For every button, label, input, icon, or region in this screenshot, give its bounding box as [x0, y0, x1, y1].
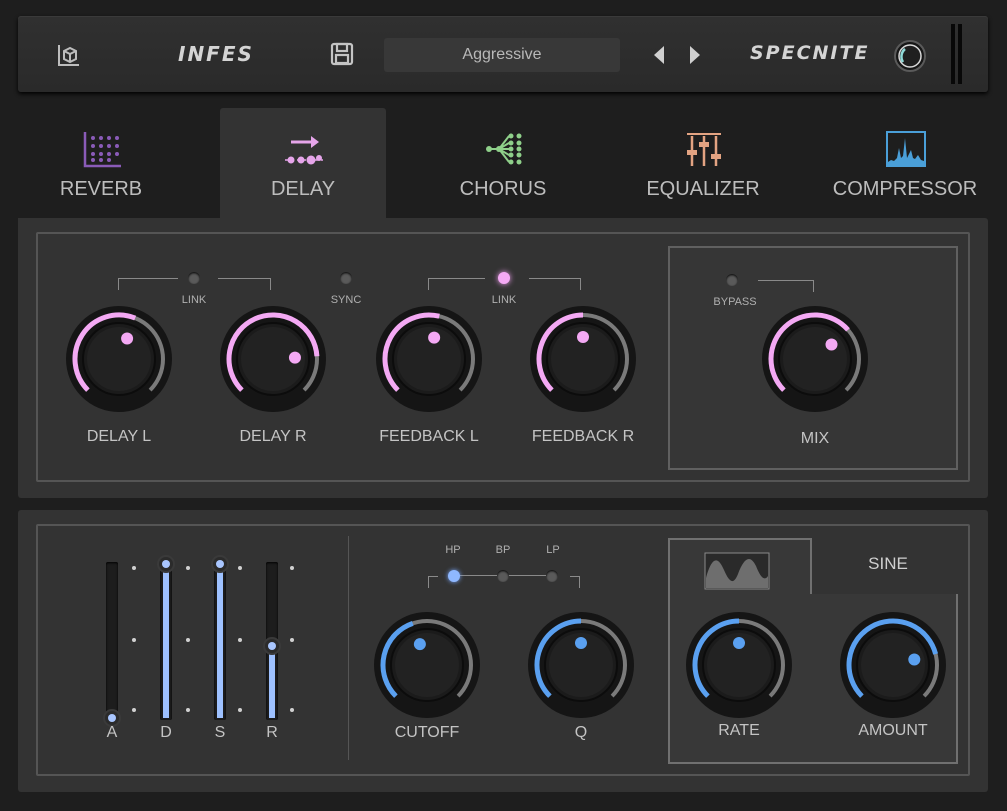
- brand-infes: INFES: [178, 42, 254, 66]
- box-icon[interactable]: [54, 40, 84, 70]
- delay-r-knob[interactable]: [218, 304, 328, 414]
- feedback-r-label: FEEDBACK R: [531, 428, 635, 445]
- delay-l-knob[interactable]: [64, 304, 174, 414]
- knob-indicator: [733, 637, 745, 649]
- tab-delay[interactable]: DELAY: [220, 108, 386, 218]
- attack-label: A: [106, 724, 118, 741]
- output-knob-icon[interactable]: [892, 38, 928, 74]
- save-icon[interactable]: [328, 40, 356, 68]
- knob-indicator: [908, 653, 921, 666]
- hp-label: HP: [445, 544, 461, 556]
- lfo-shape-label[interactable]: SINE: [828, 554, 948, 574]
- knob-indicator: [825, 338, 838, 351]
- compressor-spectrum-icon: [885, 128, 927, 170]
- knob-indicator: [428, 331, 441, 344]
- release-slider-thumb[interactable]: [263, 636, 281, 655]
- amount-knob[interactable]: [838, 610, 948, 720]
- release-label: R: [266, 724, 278, 741]
- knob-indicator: [577, 331, 589, 343]
- delay-arrow-icon: [283, 128, 325, 170]
- tab-label-chorus: CHORUS: [459, 178, 547, 200]
- tab-label-reverb: REVERB: [59, 178, 143, 200]
- tab-chorus[interactable]: CHORUS: [420, 108, 586, 218]
- bypass-led[interactable]: [726, 274, 738, 286]
- decay-slider-thumb[interactable]: [157, 555, 175, 573]
- rate-label: RATE: [718, 722, 760, 739]
- delay-l-label: DELAY L: [86, 428, 152, 445]
- q-knob[interactable]: [526, 610, 636, 720]
- sine-wave-icon: [704, 552, 770, 590]
- sustain-slider[interactable]: [211, 555, 229, 720]
- feedback-l-knob[interactable]: [374, 304, 484, 414]
- bp-filter-led[interactable]: [497, 570, 509, 582]
- knob-graphic: [374, 612, 480, 718]
- mix-label: MIX: [800, 430, 830, 447]
- tab-compressor[interactable]: COMPRESSOR: [822, 108, 988, 218]
- knob-graphic: [376, 306, 482, 412]
- knob-indicator: [575, 637, 587, 649]
- bp-label: BP: [495, 544, 511, 556]
- knob-graphic: [762, 306, 868, 412]
- modulation-panel: A D S R HP BP LP CUTOFF Q SINE RATE AMOU…: [18, 510, 988, 792]
- knob-indicator: [413, 638, 426, 651]
- chorus-tree-icon: [483, 128, 525, 170]
- mix-knob[interactable]: [760, 304, 870, 414]
- knob-graphic: [530, 306, 636, 412]
- brand-specnite: SPECNITE: [750, 42, 870, 64]
- lfo-section: SINE RATE AMOUNT: [668, 538, 958, 764]
- preset-selector[interactable]: Aggressive: [384, 38, 620, 72]
- tab-reverb[interactable]: REVERB: [18, 108, 184, 218]
- knob-graphic: [528, 612, 634, 718]
- decay-slider[interactable]: [157, 555, 175, 720]
- tab-label-compressor: COMPRESSOR: [832, 178, 978, 200]
- link-label-delay: LINK: [181, 294, 207, 306]
- knob-graphic: [686, 612, 792, 718]
- reverb-grid-icon: [81, 128, 123, 170]
- sustain-slider-thumb[interactable]: [211, 555, 229, 573]
- knob-graphic: [220, 306, 326, 412]
- q-label: Q: [574, 724, 588, 741]
- lp-label: LP: [546, 544, 560, 556]
- prev-arrow-icon[interactable]: [650, 42, 670, 68]
- delay-controls-frame: LINK SYNC LINK DELAY L DELAY R FEEDBACK …: [36, 232, 970, 482]
- attack-slider[interactable]: [103, 562, 121, 727]
- tab-label-delay: DELAY: [270, 178, 336, 200]
- lp-filter-led[interactable]: [546, 570, 558, 582]
- sustain-label: S: [214, 724, 226, 741]
- lfo-shape-tab[interactable]: [668, 538, 812, 596]
- amount-label: AMOUNT: [858, 722, 928, 739]
- cutoff-label: CUTOFF: [394, 724, 460, 741]
- release-slider[interactable]: [263, 562, 281, 720]
- feedback-l-label: FEEDBACK L: [379, 428, 479, 445]
- output-meter-right: [958, 24, 962, 84]
- eq-faders-icon: [683, 128, 725, 170]
- sync-label: SYNC: [330, 294, 362, 306]
- link-led-feedback[interactable]: [498, 272, 510, 284]
- rate-knob[interactable]: [684, 610, 794, 720]
- tab-equalizer[interactable]: EQUALIZER: [620, 108, 786, 218]
- lfo-controls: RATE AMOUNT: [668, 594, 958, 764]
- link-led-delay[interactable]: [188, 272, 200, 284]
- knob-indicator: [121, 332, 134, 345]
- sync-led[interactable]: [340, 272, 352, 284]
- output-meter-left: [951, 24, 955, 84]
- next-arrow-icon[interactable]: [684, 42, 704, 68]
- knob-indicator: [288, 351, 301, 364]
- delay-r-label: DELAY R: [239, 428, 307, 445]
- effect-tabs: REVERB DELAY CHORUS EQUALIZER COMPRESSOR: [0, 108, 1007, 218]
- modulation-controls-frame: A D S R HP BP LP CUTOFF Q SINE RATE AMOU…: [36, 524, 970, 776]
- tab-label-equalizer: EQUALIZER: [646, 178, 760, 200]
- link-label-feedback: LINK: [491, 294, 517, 306]
- cutoff-knob[interactable]: [372, 610, 482, 720]
- delay-panel: LINK SYNC LINK DELAY L DELAY R FEEDBACK …: [18, 218, 988, 498]
- hp-filter-led[interactable]: [448, 570, 460, 582]
- top-bar: INFES Aggressive SPECNITE: [18, 16, 988, 92]
- feedback-r-knob[interactable]: [528, 304, 638, 414]
- decay-label: D: [160, 724, 172, 741]
- mix-section: BYPASS MIX: [668, 246, 958, 470]
- knob-graphic: [66, 306, 172, 412]
- bypass-bracket: [758, 280, 814, 292]
- knob-graphic: [840, 612, 946, 718]
